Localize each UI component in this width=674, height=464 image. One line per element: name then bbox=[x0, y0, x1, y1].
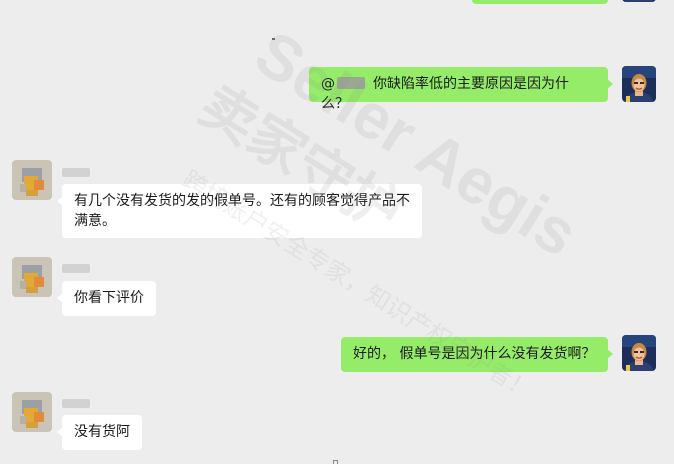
contact-name-blurred bbox=[62, 264, 90, 273]
my-message-bubble[interactable]: 好的， 假单号是因为什么没有发货啊？ bbox=[341, 337, 613, 372]
scroll-marker bbox=[333, 460, 338, 464]
message-text: 你看下评价 bbox=[74, 290, 144, 306]
my-avatar-icon[interactable] bbox=[622, 335, 656, 371]
partial-message-bubble[interactable] bbox=[472, 0, 608, 4]
chat-window: @你缺陷率低的主要原因是因为什么？ 有几个没有发货的发的假单号。还有的顾客觉得 bbox=[0, 0, 674, 464]
contact-avatar-icon[interactable] bbox=[12, 160, 52, 200]
contact-message-bubble[interactable]: 你看下评价 bbox=[57, 281, 156, 316]
my-avatar-icon[interactable] bbox=[622, 66, 656, 102]
mention-prefix: @ bbox=[321, 76, 335, 92]
my-message-bubble[interactable]: @ 你缺陷率低的主要原因是因为什么？ bbox=[309, 67, 613, 112]
message-text: 好的， 假单号是因为什么没有发货啊？ bbox=[353, 346, 596, 362]
contact-avatar-icon[interactable] bbox=[12, 392, 52, 432]
contact-avatar-icon[interactable] bbox=[12, 257, 52, 297]
contact-message-bubble[interactable]: 没有货阿 bbox=[57, 415, 142, 450]
contact-name-blurred bbox=[62, 399, 90, 408]
mention-name-blurred bbox=[337, 77, 365, 89]
divider-mark bbox=[272, 38, 275, 40]
message-text: 有几个没有发货的发的假单号。还有的顾客觉得产品不满意。 bbox=[74, 193, 410, 229]
contact-message-bubble[interactable]: 有几个没有发货的发的假单号。还有的顾客觉得产品不满意。 bbox=[57, 184, 422, 238]
my-avatar-icon[interactable] bbox=[622, 0, 656, 2]
message-text: 没有货阿 bbox=[74, 424, 130, 440]
contact-name-blurred bbox=[62, 168, 90, 177]
